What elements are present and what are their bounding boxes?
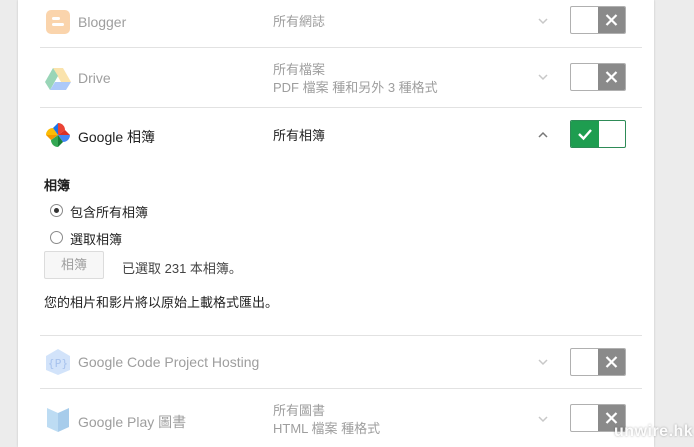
section-title: 相簿 (44, 178, 71, 193)
takeout-service-list: Blogger 所有網誌 Drive 所有檔案 PDF 檔案 種和另外 3 種格… (18, 0, 654, 447)
play-books-icon (44, 405, 72, 433)
radio-label: 選取相簿 (70, 232, 123, 247)
service-row-play-books[interactable]: Google Play 圖書 所有圖書 HTML 檔案 種格式 (40, 389, 642, 447)
service-description: 所有相簿 (273, 128, 326, 143)
chevron-up-icon[interactable] (535, 127, 551, 143)
close-icon (598, 7, 625, 33)
albums-button[interactable]: 相簿 (44, 251, 104, 279)
chevron-down-icon[interactable] (535, 13, 551, 29)
service-toggle-drive[interactable] (570, 63, 626, 91)
radio-button[interactable] (50, 231, 63, 244)
service-toggle-blogger[interactable] (570, 6, 626, 34)
check-icon (571, 121, 599, 147)
close-icon (598, 64, 625, 90)
service-name: Google Code Project Hosting (78, 354, 260, 370)
radio-label: 包含所有相簿 (70, 205, 149, 220)
service-description: 所有網誌 (273, 14, 326, 29)
service-name: Drive (78, 70, 111, 86)
chevron-down-icon[interactable] (535, 69, 551, 85)
service-toggle-project-hosting[interactable] (570, 348, 626, 376)
export-format-note: 您的相片和影片將以原始上載格式匯出。 (44, 295, 279, 310)
service-row-google-photos[interactable]: Google 相簿 所有相簿 (40, 108, 642, 162)
radio-button-selected[interactable] (50, 204, 63, 217)
service-description: 所有圖書 (273, 403, 326, 418)
albums-selected-status: 已選取 231 本相簿。 (122, 261, 242, 276)
service-name: Google 相簿 (78, 129, 156, 145)
chevron-down-icon[interactable] (535, 354, 551, 370)
service-row-drive[interactable]: Drive 所有檔案 PDF 檔案 種和另外 3 種格式 (40, 48, 642, 108)
service-name: Google Play 圖書 (78, 414, 187, 430)
chevron-down-icon[interactable] (535, 411, 551, 427)
blogger-icon (44, 8, 72, 36)
watermark: unwire.hk (614, 423, 694, 440)
service-description-formats: PDF 檔案 種和另外 3 種格式 (273, 80, 438, 95)
service-row-project-hosting[interactable]: {P} Google Code Project Hosting (40, 336, 642, 389)
drive-icon (44, 64, 72, 92)
service-description: 所有檔案 (273, 62, 326, 77)
google-photos-icon (44, 121, 72, 149)
service-name: Blogger (78, 14, 127, 30)
project-hosting-icon: {P} (44, 348, 72, 376)
service-row-blogger[interactable]: Blogger 所有網誌 (40, 0, 642, 48)
svg-text:{P}: {P} (48, 357, 69, 370)
service-description-formats: HTML 檔案 種格式 (273, 421, 381, 436)
close-icon (598, 349, 625, 375)
service-toggle-google-photos[interactable] (570, 120, 626, 148)
